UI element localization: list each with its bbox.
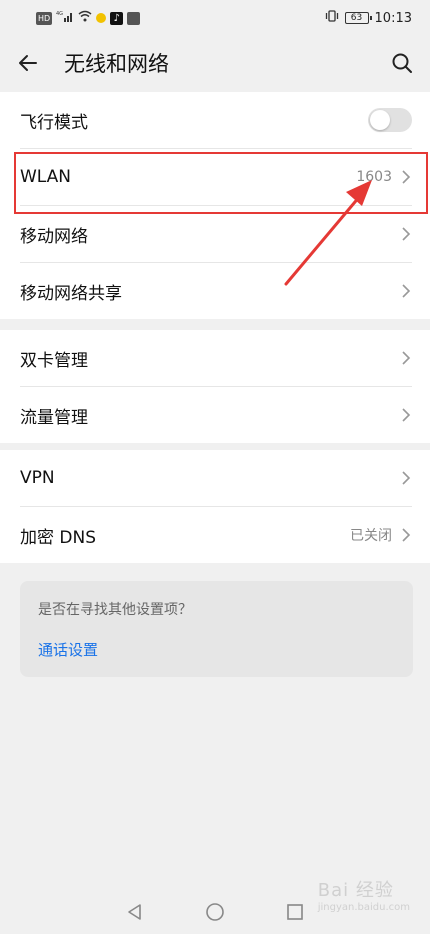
nav-recents-button[interactable] — [283, 900, 307, 924]
hotspot-row[interactable]: 移动网络共享 — [0, 263, 430, 319]
sim-group: 双卡管理 流量管理 — [0, 330, 430, 443]
vibrate-icon — [325, 10, 339, 26]
suggestion-card: 是否在寻找其他设置项？ 通话设置 — [20, 581, 413, 677]
wlan-row[interactable]: WLAN 1603 — [0, 149, 430, 205]
chevron-right-icon — [400, 283, 412, 299]
signal-icon: 4G — [56, 10, 74, 26]
chevron-right-icon — [400, 470, 412, 486]
battery-icon: 63 — [344, 12, 372, 24]
chevron-right-icon — [400, 407, 412, 423]
network-group: 飞行模式 WLAN 1603 移动网络 移动网络共享 — [0, 92, 430, 319]
nav-home-button[interactable] — [203, 900, 227, 924]
chevron-right-icon — [400, 169, 412, 185]
status-bar-right: 63 10:13 — [325, 10, 412, 26]
page-title: 无线和网络 — [64, 52, 169, 76]
circle-home-icon — [206, 903, 224, 921]
suggestion-question: 是否在寻找其他设置项？ — [38, 602, 192, 618]
wlan-value: 1603 — [356, 169, 392, 185]
mobile-network-row[interactable]: 移动网络 — [0, 206, 430, 262]
hotspot-label: 移动网络共享 — [20, 283, 122, 304]
wlan-label: WLAN — [20, 167, 72, 187]
chevron-right-icon — [400, 350, 412, 366]
encrypted-dns-row[interactable]: 加密 DNS 已关闭 — [0, 507, 430, 563]
mobile-network-label: 移动网络 — [20, 226, 88, 247]
search-button[interactable] — [374, 43, 414, 83]
encrypted-dns-value: 已关闭 — [350, 528, 392, 544]
vpn-label: VPN — [20, 468, 55, 488]
square-recents-icon — [287, 904, 303, 920]
navigation-bar — [0, 890, 430, 934]
data-usage-row[interactable]: 流量管理 — [0, 387, 430, 443]
hd-icon: HD — [36, 11, 53, 25]
status-bar: HD 4G ♪ 63 10:13 — [0, 0, 430, 36]
nav-back-button[interactable] — [123, 900, 147, 924]
airplane-mode-label: 飞行模式 — [20, 112, 88, 133]
airplane-mode-toggle[interactable] — [368, 108, 412, 132]
triangle-back-icon — [128, 904, 141, 920]
search-icon — [392, 53, 412, 73]
svg-text:4G: 4G — [56, 11, 63, 17]
dual-sim-label: 双卡管理 — [20, 350, 88, 371]
app-notification-icon — [96, 13, 107, 23]
clock: 10:13 — [374, 10, 412, 26]
dual-sim-row[interactable]: 双卡管理 — [0, 330, 430, 386]
airplane-mode-row[interactable]: 飞行模式 — [0, 92, 430, 148]
data-usage-label: 流量管理 — [20, 407, 88, 428]
chevron-right-icon — [400, 527, 412, 543]
privacy-group: VPN 加密 DNS 已关闭 — [0, 450, 430, 563]
tiktok-icon: ♪ — [110, 11, 124, 25]
app-bar: 无线和网络 — [0, 36, 430, 90]
toggle-knob — [370, 110, 390, 130]
encrypted-dns-label: 加密 DNS — [20, 527, 97, 548]
status-bar-left: HD 4G ♪ — [36, 10, 141, 26]
vpn-row[interactable]: VPN — [0, 450, 430, 506]
wifi-icon — [78, 10, 92, 26]
back-button[interactable] — [16, 43, 56, 83]
arrow-left-icon — [19, 55, 37, 71]
app-notification-icon-2 — [127, 11, 141, 25]
chevron-right-icon — [400, 226, 412, 242]
call-settings-link[interactable]: 通话设置 — [38, 639, 98, 660]
